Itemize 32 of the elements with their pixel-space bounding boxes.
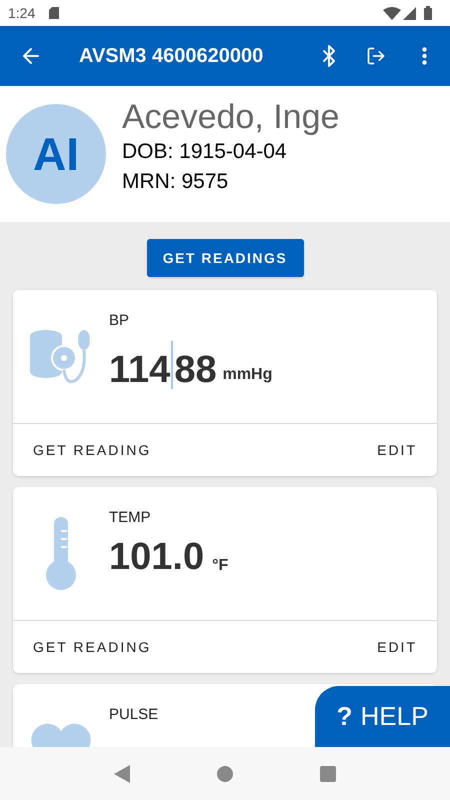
patient-mrn: MRN: 9575 xyxy=(122,168,230,195)
reading-label: PULSE xyxy=(109,705,158,725)
edit-button[interactable]: EDIT xyxy=(375,434,419,466)
app-bar-title: AVSM3 4600620000 xyxy=(79,45,264,67)
reading-value: 88 xyxy=(174,350,217,388)
more-icon xyxy=(422,47,426,65)
reading-value: 114 xyxy=(109,350,170,388)
patient-name: Acevedo, Inge xyxy=(122,98,340,138)
nav-back-icon[interactable] xyxy=(114,764,130,782)
signal-icon xyxy=(403,6,416,20)
logout-icon xyxy=(366,46,386,66)
status-time: 1:24 xyxy=(8,4,36,22)
wifi-icon xyxy=(383,6,401,20)
blood-pressure-cuff-icon xyxy=(30,328,92,386)
battery-icon xyxy=(424,6,432,20)
nav-recents-icon[interactable] xyxy=(320,766,336,782)
edit-button[interactable]: EDIT xyxy=(375,630,419,664)
avatar-initials: AI xyxy=(33,126,79,182)
help-question-icon: ? xyxy=(336,697,352,736)
reading-unit: mmHg xyxy=(222,364,272,384)
get-readings-button[interactable]: GET READINGS xyxy=(146,239,304,277)
get-reading-button[interactable]: GET READING xyxy=(31,434,154,466)
patient-dob: DOB: 1915-04-04 xyxy=(122,139,288,166)
thermometer-icon xyxy=(45,516,77,590)
help-button[interactable]: ? HELP xyxy=(315,686,450,747)
reading-label: TEMP xyxy=(109,508,152,528)
nav-home-icon[interactable] xyxy=(216,766,233,782)
get-reading-button[interactable]: GET READING xyxy=(31,630,154,664)
reading-unit: °F xyxy=(212,556,228,576)
reading-value: 101.0 xyxy=(109,538,204,576)
reading-label: BP xyxy=(109,311,130,331)
sd-card-icon xyxy=(49,7,60,19)
